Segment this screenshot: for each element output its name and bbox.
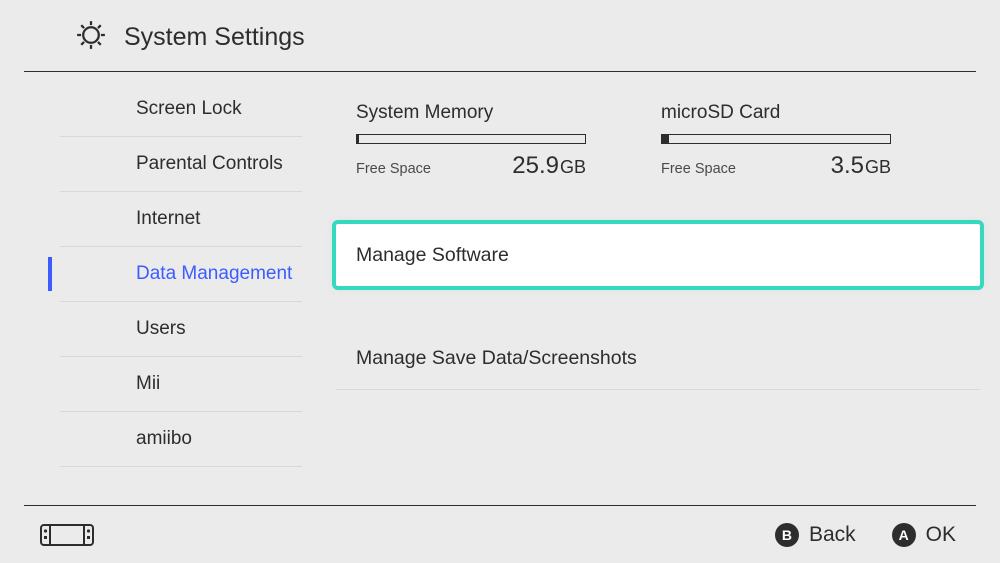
sidebar-item-label: amiibo [136, 428, 192, 450]
b-button-icon: B [775, 523, 799, 547]
gear-icon [74, 18, 124, 57]
back-label: Back [809, 523, 856, 547]
sidebar-item-mii[interactable]: Mii [60, 357, 302, 412]
sidebar-item-amiibo[interactable]: amiibo [60, 412, 302, 467]
sidebar-item-label: Data Management [136, 263, 292, 285]
footer-bar: B Back A OK [24, 505, 976, 563]
microsd-info: Free Space 3.5 GB [661, 152, 891, 180]
microsd-free-value: 3.5 GB [831, 152, 891, 180]
sidebar-item-internet[interactable]: Internet [60, 192, 302, 247]
sidebar-item-parental-controls[interactable]: Parental Controls [60, 137, 302, 192]
content-area: Screen Lock Parental Controls Internet D… [0, 72, 1000, 504]
system-memory-bar [356, 134, 586, 144]
system-memory-card: System Memory Free Space 25.9 GB [356, 102, 591, 180]
option-label: Manage Save Data/Screenshots [356, 347, 637, 370]
manage-software-button[interactable]: Manage Software [336, 224, 980, 286]
free-space-label: Free Space [661, 161, 736, 177]
microsd-label: microSD Card [661, 102, 896, 124]
ok-button[interactable]: A OK [892, 523, 956, 547]
detail-pane: System Memory Free Space 25.9 GB microSD… [316, 72, 1000, 504]
sidebar-item-label: Screen Lock [136, 98, 242, 120]
system-memory-free-value: 25.9 GB [512, 152, 586, 180]
sidebar-item-label: Parental Controls [136, 153, 283, 175]
option-label: Manage Software [356, 244, 509, 267]
back-button[interactable]: B Back [775, 523, 856, 547]
ok-label: OK [926, 523, 956, 547]
sidebar-item-label: Mii [136, 373, 160, 395]
spacer [336, 286, 980, 328]
options-list: Manage Software Manage Save Data/Screens… [336, 224, 980, 390]
microsd-bar [661, 134, 891, 144]
settings-header: System Settings [24, 0, 976, 72]
storage-row: System Memory Free Space 25.9 GB microSD… [336, 102, 980, 180]
system-memory-info: Free Space 25.9 GB [356, 152, 586, 180]
sidebar-item-data-management[interactable]: Data Management [60, 247, 302, 302]
sidebar-item-label: Users [136, 318, 186, 340]
system-memory-bar-fill [357, 135, 359, 143]
free-space-label: Free Space [356, 161, 431, 177]
sidebar-item-label: Internet [136, 208, 200, 230]
settings-sidebar: Screen Lock Parental Controls Internet D… [0, 72, 316, 504]
manage-save-data-button[interactable]: Manage Save Data/Screenshots [336, 328, 980, 390]
system-memory-label: System Memory [356, 102, 591, 124]
sidebar-item-users[interactable]: Users [60, 302, 302, 357]
footer-actions: B Back A OK [775, 523, 956, 547]
a-button-icon: A [892, 523, 916, 547]
controller-icon [40, 523, 94, 547]
page-title: System Settings [124, 23, 305, 52]
microsd-card: microSD Card Free Space 3.5 GB [661, 102, 896, 180]
microsd-bar-fill [662, 135, 669, 143]
sidebar-item-screen-lock[interactable]: Screen Lock [60, 82, 302, 137]
